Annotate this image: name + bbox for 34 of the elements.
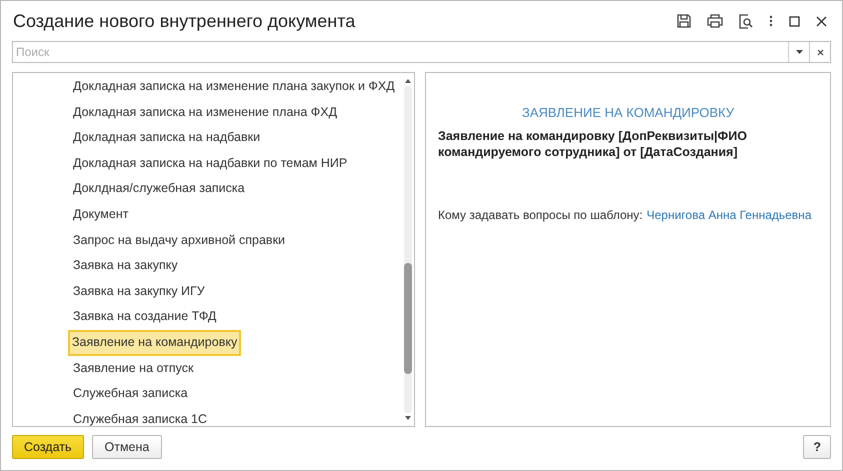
list-item[interactable]: Служебная записка (70, 381, 191, 407)
preview-icon[interactable] (739, 14, 753, 28)
scroll-down-icon[interactable] (405, 416, 411, 420)
contact-link[interactable]: Чернигова Анна Геннадьевна (646, 208, 812, 222)
save-icon[interactable] (677, 14, 691, 28)
scrollbar-thumb[interactable] (404, 262, 412, 374)
list-item[interactable]: Докладная записка на изменение плана ФХД (70, 100, 340, 126)
clear-icon (816, 48, 824, 56)
list-item[interactable]: Заявление на отпуск (70, 356, 197, 382)
cancel-button[interactable]: Отмена (92, 435, 162, 459)
list-item[interactable]: Докладная записка на изменение плана закупок и ФХД (70, 74, 398, 100)
list-item[interactable]: Запрос на выдачу архивной справки (70, 228, 288, 254)
list-item[interactable]: Документ (70, 202, 132, 228)
list-item[interactable]: Служебная записка 1С (70, 406, 210, 426)
preview-heading: ЗАЯВЛЕНИЕ НА КОМАНДИРОВКУ (520, 105, 736, 120)
list-item[interactable]: Докладная записка на надбавки (70, 125, 264, 151)
scrollbar-track[interactable] (404, 86, 412, 413)
preview-subject: Заявление на командировку [ДопРеквизиты|ФИО командируемого сотрудника] от [ДатаСоздания] (438, 128, 748, 160)
list-item[interactable]: Докладная записка на надбавки по темам НИР (70, 150, 350, 176)
help-button[interactable]: ? (803, 435, 831, 459)
list-item[interactable]: Заявка на создание ТФД (70, 304, 220, 330)
caret-icon (796, 50, 802, 54)
window-title: Создание нового внутреннего документа (12, 10, 356, 32)
list-item[interactable]: Заявка на закупку (70, 253, 181, 279)
create-button[interactable]: Создать (12, 435, 84, 459)
list-item[interactable]: Заявка на закупку ИГУ (70, 278, 208, 304)
scroll-up-icon[interactable] (405, 79, 411, 83)
maximize-icon[interactable] (789, 16, 800, 26)
more-icon[interactable] (769, 15, 773, 27)
list-item[interactable]: Заявление на командировку (68, 330, 242, 356)
print-icon[interactable] (707, 14, 723, 28)
list-item[interactable]: Доклдная/служебная записка (70, 176, 248, 202)
close-icon[interactable] (816, 16, 827, 26)
contact-label: Кому задавать вопросы по шаблону: (438, 208, 643, 222)
